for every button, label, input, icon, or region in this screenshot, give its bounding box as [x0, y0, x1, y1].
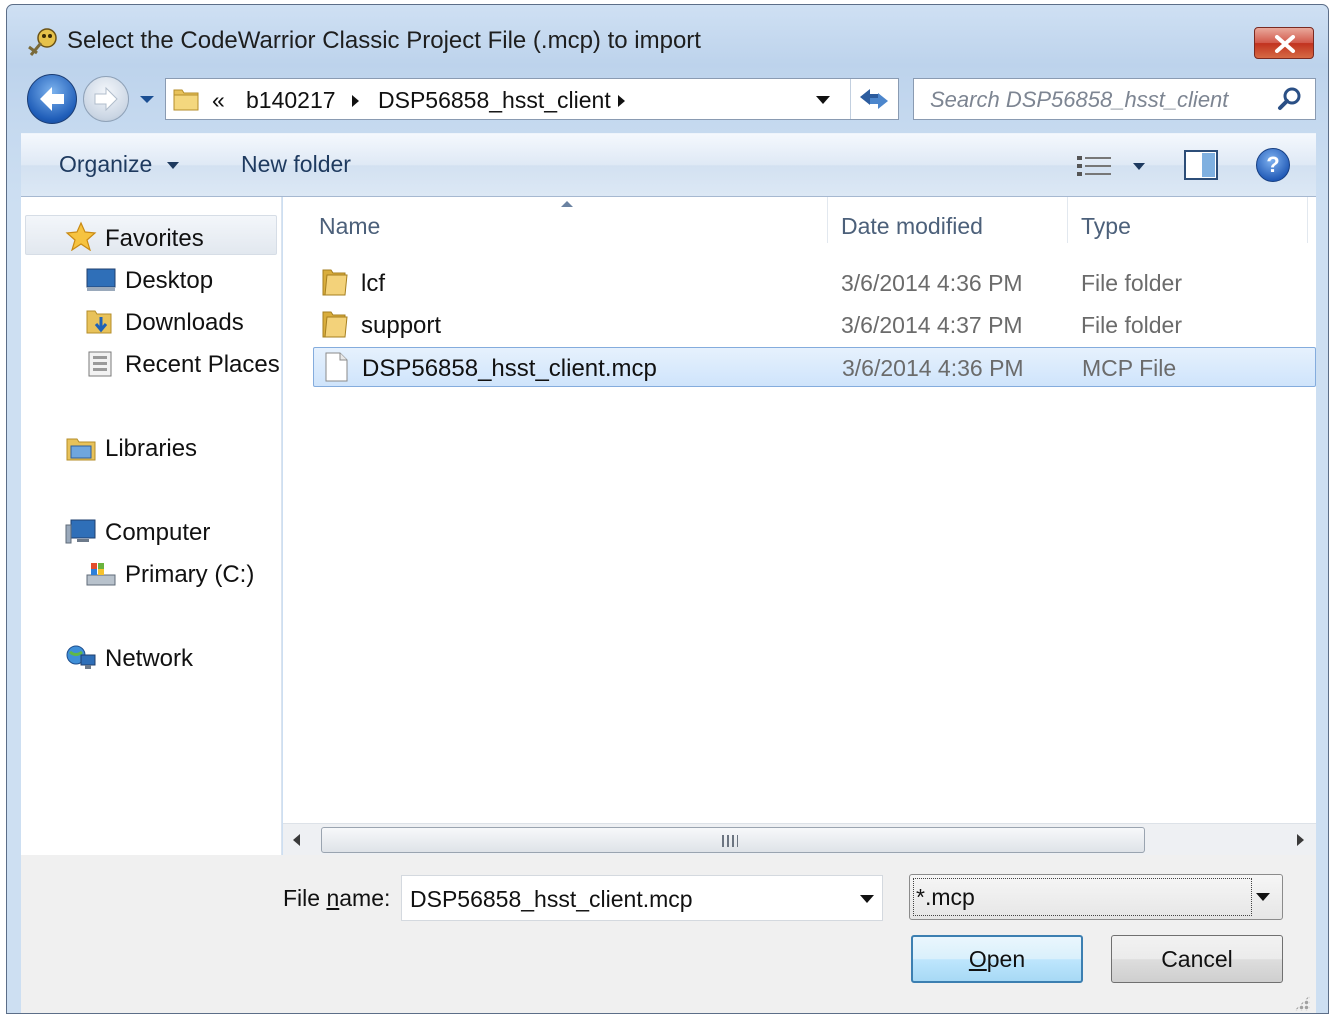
network-icon [66, 645, 96, 669]
file-type: MCP File [1082, 355, 1177, 381]
desktop-icon [86, 268, 116, 291]
refresh-icon[interactable] [856, 85, 892, 113]
breadcrumb-chevron-icon[interactable] [352, 95, 359, 107]
back-arrow-icon [40, 87, 64, 111]
address-history-dropdown-icon[interactable] [816, 96, 830, 104]
sidebar-item-computer[interactable]: Computer [105, 519, 210, 547]
file-name: support [361, 312, 442, 339]
sidebar-item-network[interactable]: Network [105, 645, 193, 673]
open-button[interactable]: Open [911, 935, 1083, 983]
file-list: Name Date modified Type lcf 3/6/2014 4:3… [283, 197, 1316, 823]
codewarrior-app-icon [28, 28, 57, 56]
scroll-right-icon[interactable] [1297, 834, 1304, 846]
address-bar[interactable]: « b140217 DSP56858_hsst_client [165, 78, 899, 120]
address-separator [850, 79, 851, 119]
open-button-accesskey: O [968, 946, 987, 972]
star-icon [65, 221, 97, 251]
sidebar-item-favorites[interactable]: Favorites [105, 225, 204, 253]
file-type-chevron-down-icon[interactable] [1256, 893, 1270, 901]
file-name-chevron-down-icon[interactable] [860, 895, 874, 903]
recent-places-icon [88, 351, 112, 377]
resize-grip-icon[interactable] [1294, 995, 1310, 1011]
new-folder-button[interactable]: New folder [241, 151, 351, 178]
file-name-label-accesskey: n [326, 885, 340, 911]
file-name: DSP56858_hsst_client.mcp [362, 355, 657, 382]
file-name-label-text: File [283, 885, 327, 911]
search-input[interactable]: Search DSP56858_hsst_client [930, 87, 1228, 113]
title-bar: Select the CodeWarrior Classic Project F… [7, 5, 1328, 71]
file-date: 3/6/2014 4:36 PM [842, 355, 1024, 381]
navigation-bar: « b140217 DSP56858_hsst_client Search DS… [7, 71, 1328, 127]
computer-icon [65, 519, 96, 544]
navigation-pane: Favorites Desktop Downloads Recent Place… [21, 197, 282, 855]
sort-ascending-icon [561, 201, 573, 207]
organize-chevron-down-icon[interactable] [167, 162, 179, 169]
file-icon [325, 352, 348, 382]
breadcrumb-overflow[interactable]: « [212, 87, 225, 114]
table-row-selected[interactable]: DSP56858_hsst_client.mcp 3/6/2014 4:36 P… [313, 347, 1316, 387]
sidebar-item-recent-places[interactable]: Recent Places [125, 351, 280, 379]
file-type: File folder [1081, 270, 1182, 296]
downloads-icon [86, 310, 112, 334]
search-box[interactable]: Search DSP56858_hsst_client [913, 78, 1316, 120]
folder-icon [322, 311, 348, 338]
file-open-dialog: Select the CodeWarrior Classic Project F… [6, 4, 1329, 1014]
column-divider[interactable] [1307, 197, 1308, 243]
open-button-label: pen [986, 946, 1026, 972]
breadcrumb-chevron-icon[interactable] [618, 95, 625, 107]
file-name-field[interactable]: DSP56858_hsst_client.mcp [401, 875, 883, 921]
back-button[interactable] [27, 74, 77, 124]
scrollbar-thumb[interactable] [321, 827, 1145, 853]
search-icon[interactable] [1276, 85, 1304, 113]
file-date: 3/6/2014 4:37 PM [841, 312, 1023, 338]
column-divider[interactable] [827, 197, 828, 243]
sidebar-item-libraries[interactable]: Libraries [105, 435, 197, 463]
view-options-icon[interactable] [1077, 154, 1111, 178]
close-icon [1275, 35, 1295, 53]
drive-icon [86, 563, 116, 586]
preview-pane-icon[interactable] [1184, 150, 1218, 180]
file-type-select[interactable]: *.mcp [909, 874, 1283, 920]
table-row[interactable]: lcf 3/6/2014 4:36 PM File folder [313, 263, 1316, 303]
file-name: lcf [361, 270, 385, 297]
forward-arrow-icon [94, 86, 118, 112]
help-icon[interactable]: ? [1256, 148, 1290, 182]
dialog-title: Select the CodeWarrior Classic Project F… [67, 27, 701, 54]
folder-icon [173, 89, 199, 111]
horizontal-scrollbar[interactable] [283, 823, 1316, 856]
file-name-label: File name: [283, 885, 390, 912]
breadcrumb-item[interactable]: DSP56858_hsst_client [378, 87, 611, 114]
organize-button[interactable]: Organize [59, 151, 152, 178]
libraries-icon [66, 438, 96, 461]
file-name-label-text: ame: [339, 885, 391, 911]
column-header-date-modified[interactable]: Date modified [841, 213, 983, 240]
column-divider[interactable] [1067, 197, 1068, 243]
sidebar-item-downloads[interactable]: Downloads [125, 309, 244, 337]
folder-icon [322, 269, 348, 296]
forward-button[interactable] [83, 76, 129, 122]
command-toolbar: Organize New folder ? [21, 133, 1316, 197]
cancel-button[interactable]: Cancel [1111, 935, 1283, 983]
scrollbar-grip-icon [722, 835, 738, 847]
file-type: File folder [1081, 312, 1182, 338]
table-row[interactable]: support 3/6/2014 4:37 PM File folder [313, 305, 1316, 345]
dialog-footer: File name: DSP56858_hsst_client.mcp *.mc… [21, 855, 1316, 1013]
scroll-left-icon[interactable] [293, 834, 300, 846]
column-header-name[interactable]: Name [319, 213, 380, 240]
recent-locations-dropdown[interactable] [137, 89, 157, 109]
file-date: 3/6/2014 4:36 PM [841, 270, 1023, 296]
file-name-value[interactable]: DSP56858_hsst_client.mcp [410, 886, 693, 913]
column-header-type[interactable]: Type [1081, 213, 1131, 240]
sidebar-item-primary-drive[interactable]: Primary (C:) [125, 561, 254, 589]
sidebar-item-desktop[interactable]: Desktop [125, 267, 213, 295]
breadcrumb-item[interactable]: b140217 [246, 87, 336, 114]
file-type-value[interactable]: *.mcp [916, 884, 975, 911]
close-button[interactable] [1254, 27, 1314, 59]
view-chevron-down-icon[interactable] [1133, 163, 1145, 170]
